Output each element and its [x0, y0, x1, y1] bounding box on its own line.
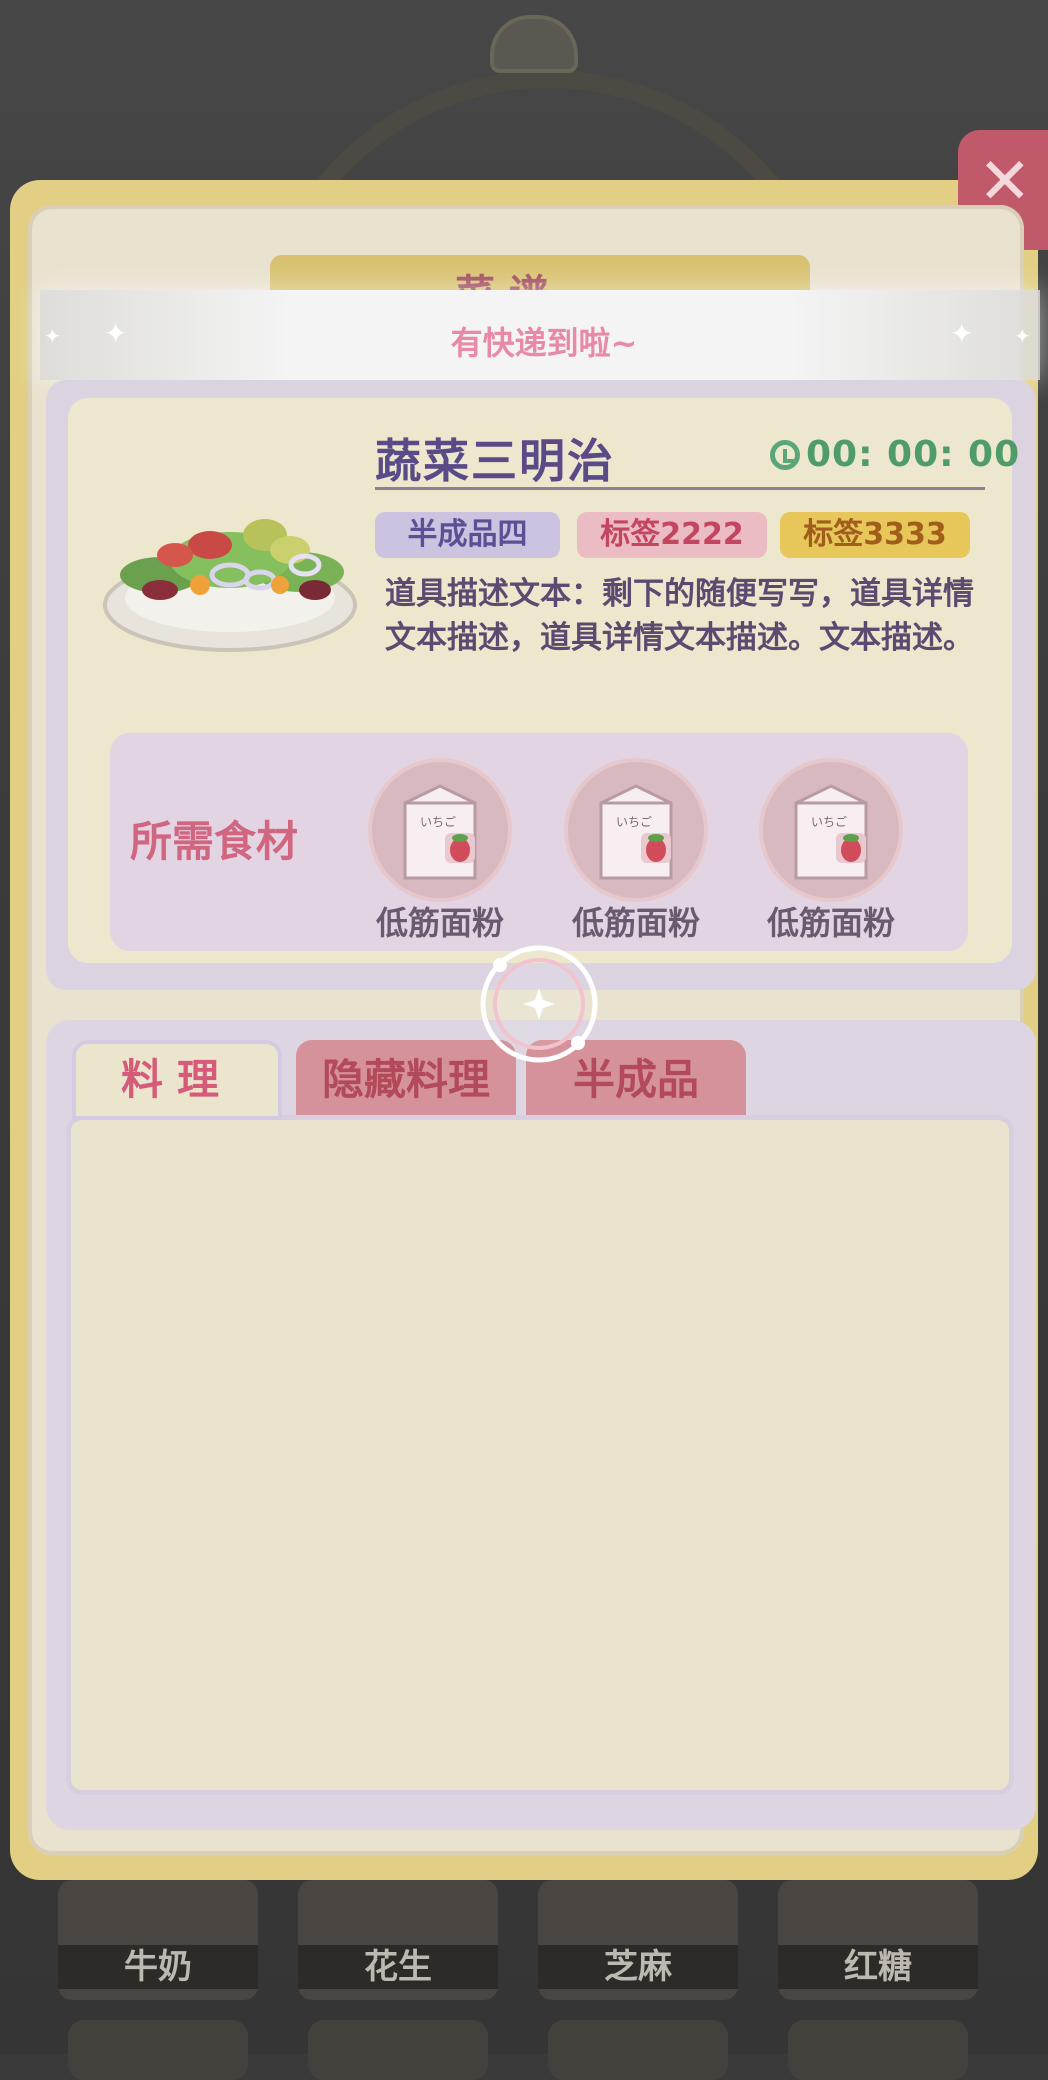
sparkle-icon: ✦	[950, 317, 974, 350]
toast-message: 有快递到啦~	[450, 324, 638, 362]
item-description: 道具描述文本：剩下的随便写写，道具详情文本描述，道具详情文本描述。文本描述。	[385, 576, 974, 656]
item-tag: 半成品四	[375, 512, 560, 558]
milk-carton-icon: いちご	[794, 784, 868, 880]
svg-text:いちご: いちご	[811, 814, 847, 829]
svg-text:いちご: いちご	[616, 814, 652, 829]
cook-timer: 00: 00: 00	[806, 434, 1021, 475]
sparkle-icon: ✦	[1014, 324, 1031, 348]
shelf-label: 红糖	[778, 1945, 978, 1989]
shelf-slot	[788, 2020, 968, 2080]
shelf-slot	[68, 2020, 248, 2080]
shelf-slot	[308, 2020, 488, 2080]
ingredient-name: 低筋面粉	[571, 904, 700, 942]
ingredient-name: 低筋面粉	[766, 904, 895, 942]
item-tag: 标签2222	[577, 512, 767, 558]
item-tag: 标签3333	[780, 512, 970, 558]
salad-dish-icon	[103, 519, 357, 652]
svg-text:いちご: いちご	[420, 814, 456, 829]
shelf-label: 花生	[298, 1945, 498, 1989]
shelf-label: 芝麻	[538, 1945, 738, 1989]
sparkle-icon: ✦	[104, 317, 128, 350]
shelf-slot	[548, 2020, 728, 2080]
recipe-list[interactable]	[66, 1115, 1014, 1795]
shelf-label: 牛奶	[58, 1945, 258, 1989]
divider	[375, 487, 985, 490]
tab-dishes[interactable]: 料理	[72, 1040, 282, 1120]
milk-carton-icon: いちご	[403, 784, 477, 880]
sparkle-icon: ✦	[44, 324, 61, 348]
loading-spinner-icon	[480, 945, 598, 1063]
ingredient-name: 低筋面粉	[375, 904, 504, 942]
clock-icon	[770, 440, 800, 470]
ingredients-title: 所需食材	[130, 817, 299, 866]
milk-carton-icon: いちご	[599, 784, 673, 880]
item-name: 蔬菜三明治	[375, 434, 615, 488]
